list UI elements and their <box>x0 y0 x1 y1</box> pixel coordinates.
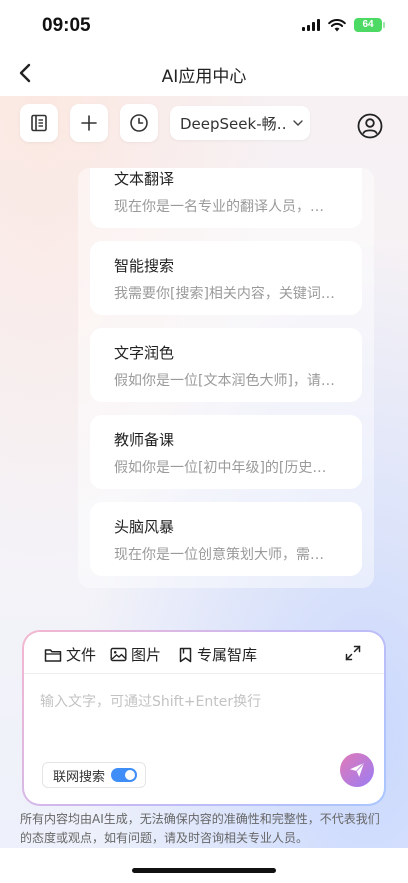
user-icon[interactable] <box>356 112 384 140</box>
file-button-label: 文件 <box>66 646 97 664</box>
web-search-switch[interactable] <box>111 768 138 782</box>
clock-icon <box>130 114 148 132</box>
prompt-list[interactable]: 文本翻译 现在你是一名专业的翻译人员，… 智能搜索 我需要你[搜索]相关内容，关… <box>78 168 374 588</box>
image-button[interactable]: 图片 <box>110 644 161 665</box>
toolbar: DeepSeek-畅… <box>0 104 408 144</box>
prompt-card-title: 文字润色 <box>114 344 175 362</box>
prompt-card-polish[interactable]: 文字润色 假如你是一位[文本润色大师]，请… <box>90 328 362 402</box>
chat-composer: 文件 图片 专属智库 输入文字，可通过Shift+Enter换行 联网搜索 <box>22 630 386 806</box>
prompt-card-desc: 我需要你[搜索]相关内容，关键词… <box>114 286 335 302</box>
file-button[interactable]: 文件 <box>44 644 96 665</box>
model-selector-label: DeepSeek-畅… <box>180 114 288 133</box>
prompt-card-title: 智能搜索 <box>114 257 175 275</box>
send-icon <box>350 762 365 777</box>
model-selector[interactable]: DeepSeek-畅… <box>170 106 310 140</box>
prompt-card-title: 文本翻译 <box>114 170 175 188</box>
page-title: AI应用中心 <box>161 67 247 87</box>
battery-icon: 64 <box>354 18 385 32</box>
send-button[interactable] <box>340 753 374 787</box>
image-icon <box>110 647 127 662</box>
bookmark-icon <box>179 647 192 662</box>
library-button-label: 专属智库 <box>197 646 258 664</box>
web-search-toggle[interactable]: 联网搜索 <box>42 762 147 788</box>
prompt-card-lesson[interactable]: 教师备课 假如你是一位[初中年级]的[历史… <box>90 415 362 489</box>
image-button-label: 图片 <box>131 646 162 664</box>
main-content: DeepSeek-畅… 文本翻译 现在你是一名专业的翻译人员，… 智能搜索 我需… <box>0 96 408 848</box>
prompt-card-desc: 现在你是一位创意策划大师，需… <box>114 547 324 563</box>
prompt-card-brainstorm[interactable]: 头脑风暴 现在你是一位创意策划大师，需… <box>90 502 362 576</box>
plus-icon <box>81 115 97 131</box>
status-bar: 09:05 64 <box>0 0 408 50</box>
chat-input[interactable] <box>40 688 360 716</box>
attachment-row: 文件 图片 专属智库 <box>24 632 384 674</box>
web-search-label: 联网搜索 <box>53 769 106 785</box>
ai-disclaimer: 所有内容均由AI生成，无法确保内容的准确性和完整性，不代表我们的态度或观点，如有… <box>20 812 380 845</box>
prompt-card-desc: 现在你是一名专业的翻译人员，… <box>114 199 324 215</box>
folder-icon <box>44 648 62 662</box>
status-time: 09:05 <box>42 15 91 36</box>
new-chat-button[interactable] <box>70 104 108 142</box>
library-button[interactable]: 专属智库 <box>178 644 257 665</box>
wifi-icon <box>328 18 346 31</box>
signal-icon <box>302 19 320 31</box>
nav-bar: AI应用中心 <box>0 50 408 96</box>
history-button[interactable] <box>120 104 158 142</box>
expand-icon[interactable] <box>344 644 362 662</box>
prompt-card-desc: 假如你是一位[初中年级]的[历史… <box>114 460 327 476</box>
prompt-card-search[interactable]: 智能搜索 我需要你[搜索]相关内容，关键词… <box>90 241 362 315</box>
prompt-card-desc: 假如你是一位[文本润色大师]，请… <box>114 373 335 389</box>
home-indicator[interactable] <box>132 868 276 873</box>
prompt-card-title: 教师备课 <box>114 431 175 449</box>
prompt-card-title: 头脑风暴 <box>114 518 175 536</box>
prompt-card-translate[interactable]: 文本翻译 现在你是一名专业的翻译人员，… <box>90 168 362 228</box>
history-list-icon <box>31 114 47 132</box>
chevron-down-icon <box>293 120 303 126</box>
history-list-button[interactable] <box>20 104 58 142</box>
status-icons: 64 <box>302 18 385 32</box>
